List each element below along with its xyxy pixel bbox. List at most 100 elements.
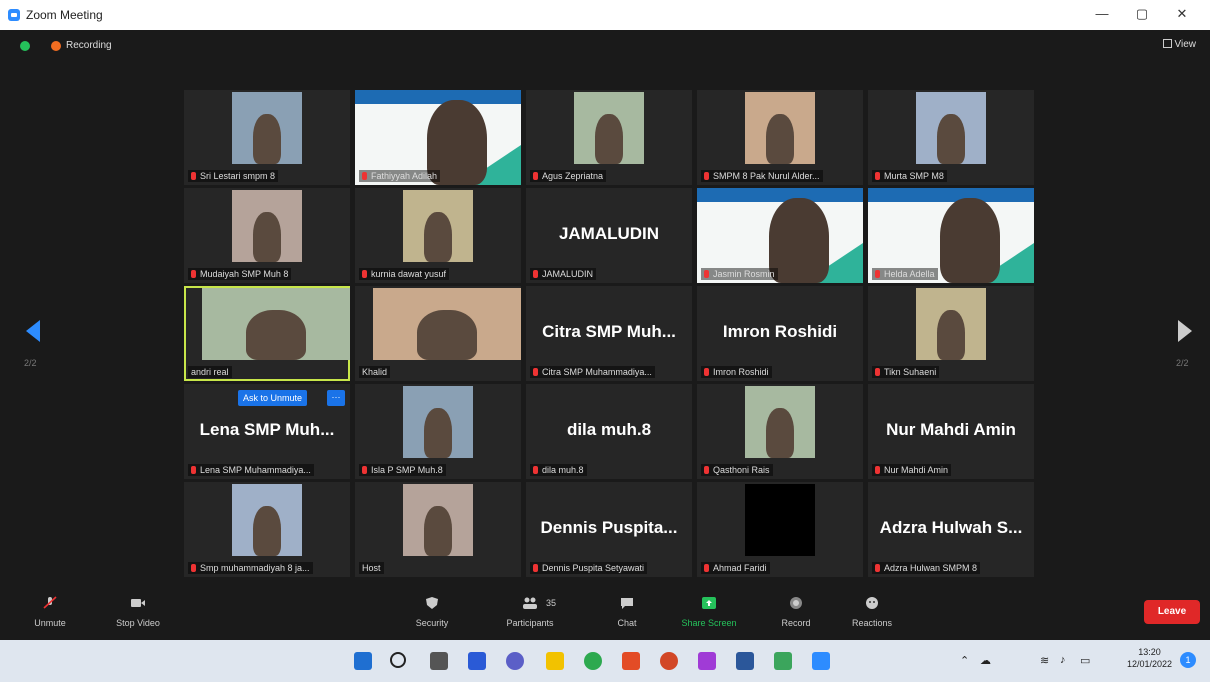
participant-tile[interactable]: Murta SMP M8 bbox=[868, 90, 1034, 185]
chat-button[interactable]: Chat bbox=[612, 592, 642, 628]
participants-label: Participants bbox=[506, 618, 554, 628]
security-label: Security bbox=[415, 618, 449, 628]
tray-chevron-icon[interactable]: ⌃ bbox=[960, 654, 969, 667]
muted-mic-icon bbox=[362, 270, 367, 278]
muted-mic-icon bbox=[533, 368, 538, 376]
volume-icon[interactable]: ♪ bbox=[1060, 654, 1066, 666]
participant-tile[interactable]: Host bbox=[355, 482, 521, 577]
chat-bubble-icon bbox=[621, 598, 633, 609]
ask-to-unmute-button[interactable]: Ask to Unmute bbox=[238, 390, 308, 406]
participant-tile[interactable]: Qasthoni Rais bbox=[697, 384, 863, 479]
file-explorer-icon[interactable] bbox=[546, 652, 564, 670]
battery-icon[interactable]: ▭ bbox=[1080, 654, 1090, 667]
wifi-icon[interactable]: ≋ bbox=[1040, 654, 1049, 667]
restore-button[interactable]: ▢ bbox=[1130, 6, 1154, 22]
recording-icon[interactable] bbox=[51, 41, 61, 51]
participant-tile[interactable]: Dennis Puspita... Dennis Puspita Setyawat… bbox=[526, 482, 692, 577]
participant-tile[interactable]: Sri Lestari smpm 8 bbox=[184, 90, 350, 185]
participant-name: Tikn Suhaeni bbox=[884, 367, 937, 377]
person-silhouette bbox=[766, 113, 794, 164]
more-options-button[interactable]: ··· bbox=[327, 390, 345, 406]
participant-display-name: Imron Roshidi bbox=[722, 322, 838, 341]
participant-display-name: Dennis Puspita... bbox=[540, 518, 678, 537]
share-screen-button[interactable]: Share Screen bbox=[678, 592, 740, 628]
participant-tile[interactable]: Isla P SMP Muh.8 bbox=[355, 384, 521, 479]
participant-name: Mudaiyah SMP Muh 8 bbox=[200, 269, 289, 279]
word-icon[interactable] bbox=[736, 652, 754, 670]
participant-tile[interactable]: SMPM 8 Pak Nurul Alder... bbox=[697, 90, 863, 185]
clock-time: 13:20 bbox=[1138, 647, 1161, 657]
participant-tile[interactable]: Jasmin Rosmin bbox=[697, 188, 863, 283]
view-button[interactable]: View bbox=[1162, 39, 1196, 50]
participant-name-label: Host bbox=[359, 562, 384, 574]
participant-tile[interactable]: Agus Zepriatna bbox=[526, 90, 692, 185]
office-icon[interactable] bbox=[622, 652, 640, 670]
participant-tile[interactable]: Imron Roshidi Imron Roshidi bbox=[697, 286, 863, 381]
start-menu-icon[interactable] bbox=[354, 652, 372, 670]
meeting-area: Recording View 2/2 2/2 Sri Lestari smpm … bbox=[0, 30, 1210, 640]
participant-name: Khalid bbox=[362, 367, 388, 377]
leave-button[interactable]: Leave bbox=[1144, 600, 1200, 624]
close-button[interactable]: ✕ bbox=[1170, 6, 1194, 22]
participant-name-label: Qasthoni Rais bbox=[701, 464, 773, 476]
participant-tile[interactable]: andri real bbox=[184, 286, 350, 381]
participant-name-label: Smp muhammadiyah 8 ja... bbox=[188, 562, 313, 574]
participant-name-label: Ahmad Faridi bbox=[701, 562, 770, 574]
participant-tile[interactable]: Smp muhammadiyah 8 ja... bbox=[184, 482, 350, 577]
notification-icon[interactable]: 1 bbox=[1180, 652, 1196, 668]
person-silhouette bbox=[595, 113, 623, 164]
muted-mic-icon bbox=[533, 466, 538, 474]
participant-name-label: Dennis Puspita Setyawati bbox=[530, 562, 648, 574]
task-view-icon[interactable] bbox=[430, 652, 448, 670]
participant-tile[interactable]: Khalid bbox=[355, 286, 521, 381]
chrome-icon[interactable] bbox=[584, 652, 602, 670]
participant-tile[interactable]: Nur Mahdi Amin Nur Mahdi Amin bbox=[868, 384, 1034, 479]
participant-name-label: Isla P SMP Muh.8 bbox=[359, 464, 446, 476]
participant-tile[interactable]: Citra SMP Muh... Citra SMP Muhammadiya... bbox=[526, 286, 692, 381]
teams-chat-icon[interactable] bbox=[506, 652, 524, 670]
powerpoint-icon[interactable] bbox=[660, 652, 678, 670]
participant-display-name: dila muh.8 bbox=[566, 420, 652, 439]
muted-mic-icon bbox=[875, 172, 880, 180]
participant-tile[interactable]: Tikn Suhaeni bbox=[868, 286, 1034, 381]
reactions-button[interactable]: Reactions bbox=[846, 592, 898, 628]
system-clock[interactable]: 13:20 12/01/2022 bbox=[1127, 646, 1172, 670]
app-icon[interactable] bbox=[774, 652, 792, 670]
participant-tile[interactable]: Mudaiyah SMP Muh 8 bbox=[184, 188, 350, 283]
participant-name: Isla P SMP Muh.8 bbox=[371, 465, 443, 475]
participant-tile[interactable]: Ahmad Faridi bbox=[697, 482, 863, 577]
participant-tile[interactable]: Fathiyyah Adilah bbox=[355, 90, 521, 185]
search-icon[interactable] bbox=[390, 652, 406, 668]
previous-page-arrow-icon[interactable] bbox=[26, 320, 40, 342]
record-button[interactable]: Record bbox=[776, 592, 816, 628]
zoom-taskbar-icon[interactable] bbox=[812, 652, 830, 670]
security-shield-icon[interactable] bbox=[20, 41, 30, 51]
participant-name: Dennis Puspita Setyawati bbox=[542, 563, 645, 573]
widgets-icon[interactable] bbox=[468, 652, 486, 670]
person-silhouette bbox=[424, 211, 452, 262]
record-icon bbox=[790, 597, 802, 609]
participant-video bbox=[574, 92, 644, 164]
app-g-icon[interactable] bbox=[698, 652, 716, 670]
next-page-arrow-icon[interactable] bbox=[1178, 320, 1192, 342]
stop-video-button[interactable]: Stop Video bbox=[108, 592, 168, 628]
unmute-button[interactable]: Unmute bbox=[30, 592, 70, 628]
participant-video bbox=[403, 484, 473, 556]
participant-tile[interactable]: kurnia dawat yusuf bbox=[355, 188, 521, 283]
participant-display-name: Citra SMP Muh... bbox=[542, 322, 676, 341]
cloud-icon[interactable]: ☁ bbox=[980, 654, 991, 667]
participant-name: Helda Adella bbox=[884, 269, 935, 279]
participant-tile[interactable]: JAMALUDIN JAMALUDIN bbox=[526, 188, 692, 283]
participant-tile[interactable]: Adzra Hulwah S... Adzra Hulwan SMPM 8 bbox=[868, 482, 1034, 577]
participant-tile[interactable]: dila muh.8 dila muh.8 bbox=[526, 384, 692, 479]
muted-mic-icon bbox=[362, 172, 367, 180]
participant-tile[interactable]: Helda Adella bbox=[868, 188, 1034, 283]
reactions-smiley-icon bbox=[866, 597, 878, 609]
participant-name: Fathiyyah Adilah bbox=[371, 171, 438, 181]
participant-name: andri real bbox=[191, 367, 229, 377]
participant-name: Qasthoni Rais bbox=[713, 465, 770, 475]
security-button[interactable]: Security bbox=[410, 592, 454, 628]
person-silhouette bbox=[253, 113, 281, 164]
clock-date: 12/01/2022 bbox=[1126, 659, 1172, 669]
minimize-button[interactable]: — bbox=[1090, 6, 1114, 21]
